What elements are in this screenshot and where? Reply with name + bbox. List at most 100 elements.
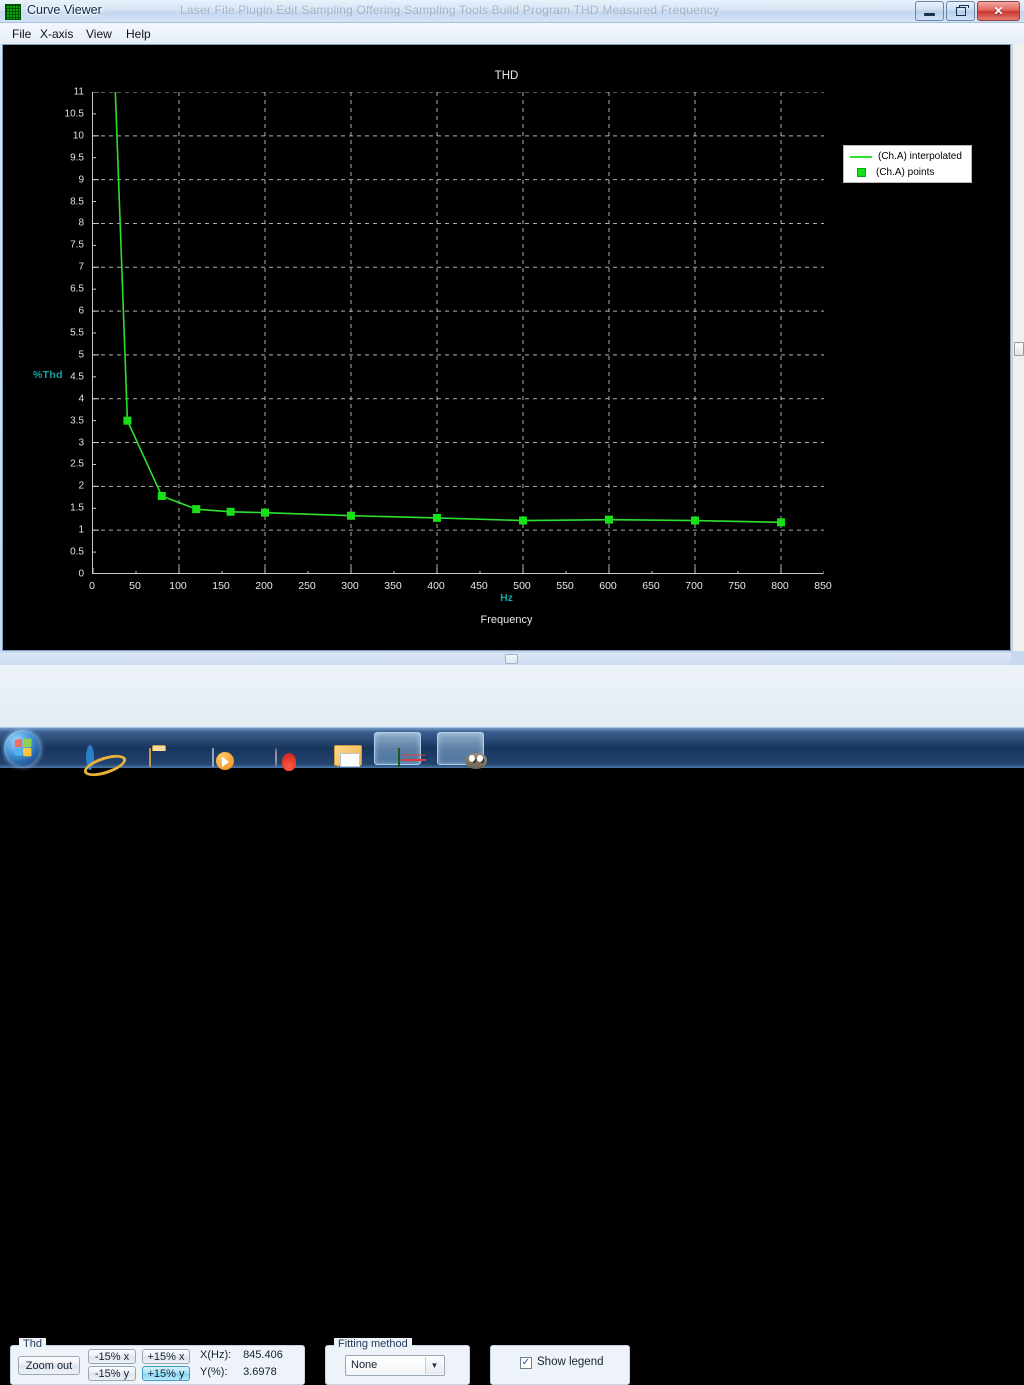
plot-series	[114, 92, 785, 527]
thd-group-title: Thd	[19, 1338, 46, 1350]
legend-label-points: (Ch.A) points	[876, 167, 935, 178]
taskbar-item-windows-explorer[interactable]	[125, 732, 172, 767]
x-tick-500: 500	[513, 580, 531, 592]
x-axis-unit-label: Hz	[500, 592, 513, 604]
x-tick-50: 50	[129, 580, 141, 592]
show-legend-checkbox[interactable]: ✓	[520, 1357, 532, 1369]
menu-item-x-axis[interactable]: X-axis	[34, 26, 79, 42]
y-tick-3: 3	[78, 437, 84, 449]
x-tick-650: 650	[642, 580, 660, 592]
menu-bar: File X-axis View Help	[0, 23, 1024, 44]
taskbar-item-disc-burner[interactable]	[251, 732, 298, 767]
curve-viewer-icon	[397, 747, 400, 767]
x-tick-200: 200	[255, 580, 273, 592]
x-tick-550: 550	[556, 580, 574, 592]
y-tick-0.5: 0.5	[70, 546, 84, 558]
y-readout-label: Y(%):	[200, 1366, 228, 1378]
chevron-down-icon[interactable]: ▼	[425, 1357, 443, 1374]
scrollbar-thumb[interactable]	[1014, 342, 1024, 356]
y-tick-0: 0	[78, 568, 84, 580]
taskbar-item-windows-media-player[interactable]	[188, 732, 235, 767]
y-tick-4: 4	[78, 393, 84, 405]
y-tick-6: 6	[78, 305, 84, 317]
y-readout: Y(%): 3.6978	[200, 1366, 277, 1378]
x-tick-250: 250	[298, 580, 316, 592]
minus-15-percent-y-button[interactable]: -15% y	[88, 1366, 136, 1381]
taskbar-item-internet-explorer[interactable]	[62, 732, 109, 770]
legend-line-icon	[850, 155, 872, 158]
legend-entry-points: (Ch.A) points	[850, 167, 934, 178]
close-button[interactable]: ✕	[977, 1, 1020, 21]
maximize-restore-button[interactable]	[946, 1, 975, 21]
x-tick-0: 0	[89, 580, 95, 592]
x-tick-350: 350	[384, 580, 402, 592]
chart-legend[interactable]: (Ch.A) interpolated (Ch.A) points	[843, 145, 972, 183]
x-tick-750: 750	[728, 580, 746, 592]
y-tick-10.5: 10.5	[64, 108, 84, 120]
bottom-control-panel: Thd Zoom out -15% x +15% x -15% y +15% y…	[0, 665, 1024, 1385]
menu-item-help[interactable]: Help	[120, 26, 157, 42]
start-button[interactable]	[4, 730, 41, 767]
x-tick-300: 300	[341, 580, 359, 592]
legend-label-interpolated: (Ch.A) interpolated	[878, 151, 962, 162]
y-tick-10: 10	[72, 130, 84, 142]
menu-item-file[interactable]: File	[6, 26, 37, 42]
mail-icon	[336, 747, 339, 767]
splitter-grip[interactable]	[505, 654, 518, 664]
windows-logo-icon	[14, 738, 32, 757]
legend-entry-interpolated: (Ch.A) interpolated	[850, 151, 962, 162]
plot-panel[interactable]: THD %Thd Hz Frequency 0 0.5 1 1.5 2 2.5 3 3.5 4 4…	[2, 44, 1011, 651]
minus-15-percent-x-button[interactable]: -15% x	[88, 1349, 136, 1364]
y-tick-5: 5	[78, 349, 84, 361]
taskbar-item-gimp[interactable]	[437, 732, 484, 765]
curve-viewer-window: Curve Viewer Laser File Plugin Edit Samp…	[0, 0, 1024, 1385]
y-tick-4.5: 4.5	[70, 371, 84, 383]
y-readout-value: 3.6978	[243, 1366, 277, 1378]
windows-taskbar: FR ▲ ⚐ 🖥 🔊 22:32 26/09/2010	[0, 727, 1024, 770]
plus-15-percent-y-button[interactable]: +15% y	[142, 1366, 190, 1381]
x-readout: X(Hz): 845.406	[200, 1349, 283, 1361]
y-axis-unit-label: %Thd	[33, 369, 63, 381]
app-icon	[5, 4, 21, 20]
fitting-method-select[interactable]: None ▼	[345, 1355, 445, 1376]
show-legend-label[interactable]: Show legend	[537, 1356, 604, 1368]
y-tick-7: 7	[78, 261, 84, 273]
x-tick-700: 700	[685, 580, 703, 592]
menu-item-view[interactable]: View	[80, 26, 118, 42]
x-tick-600: 600	[599, 580, 617, 592]
media-player-icon	[211, 747, 214, 767]
taskbar-item-mail[interactable]	[313, 732, 360, 767]
window-title: Curve Viewer	[27, 3, 102, 17]
minimize-button[interactable]	[915, 1, 944, 21]
x-readout-value: 845.406	[243, 1349, 283, 1361]
y-tick-1: 1	[78, 524, 84, 536]
plot-area[interactable]	[92, 92, 824, 574]
restore-icon	[947, 2, 974, 20]
plus-15-percent-x-button[interactable]: +15% x	[142, 1349, 190, 1364]
x-tick-150: 150	[212, 580, 230, 592]
y-tick-1.5: 1.5	[70, 502, 84, 514]
x-tick-400: 400	[427, 580, 445, 592]
y-tick-11: 11	[73, 86, 84, 98]
panel-splitter[interactable]	[0, 653, 1011, 665]
fitting-method-value: None	[351, 1359, 378, 1371]
title-bar[interactable]: Curve Viewer Laser File Plugin Edit Samp…	[0, 0, 1024, 23]
folder-icon	[148, 747, 151, 767]
background-window-title-ghost: Laser File Plugin Edit Sampling Offering…	[180, 3, 720, 17]
y-tick-5.5: 5.5	[70, 327, 84, 339]
y-tick-8: 8	[78, 217, 84, 229]
x-axis-title: Frequency	[480, 614, 533, 626]
y-tick-7.5: 7.5	[70, 239, 84, 251]
chart-title: THD	[494, 70, 519, 82]
zoom-out-button[interactable]: Zoom out	[18, 1356, 80, 1375]
disc-burner-icon	[274, 747, 277, 767]
taskbar-item-curve-viewer[interactable]	[374, 732, 421, 767]
plot-vertical-scrollbar[interactable]	[1012, 44, 1024, 651]
y-tick-3.5: 3.5	[70, 415, 84, 427]
y-tick-2.5: 2.5	[70, 458, 84, 470]
x-readout-label: X(Hz):	[200, 1349, 232, 1361]
close-icon: ✕	[993, 4, 1004, 18]
y-tick-9: 9	[78, 174, 84, 186]
x-tick-450: 450	[470, 580, 488, 592]
x-tick-100: 100	[169, 580, 187, 592]
